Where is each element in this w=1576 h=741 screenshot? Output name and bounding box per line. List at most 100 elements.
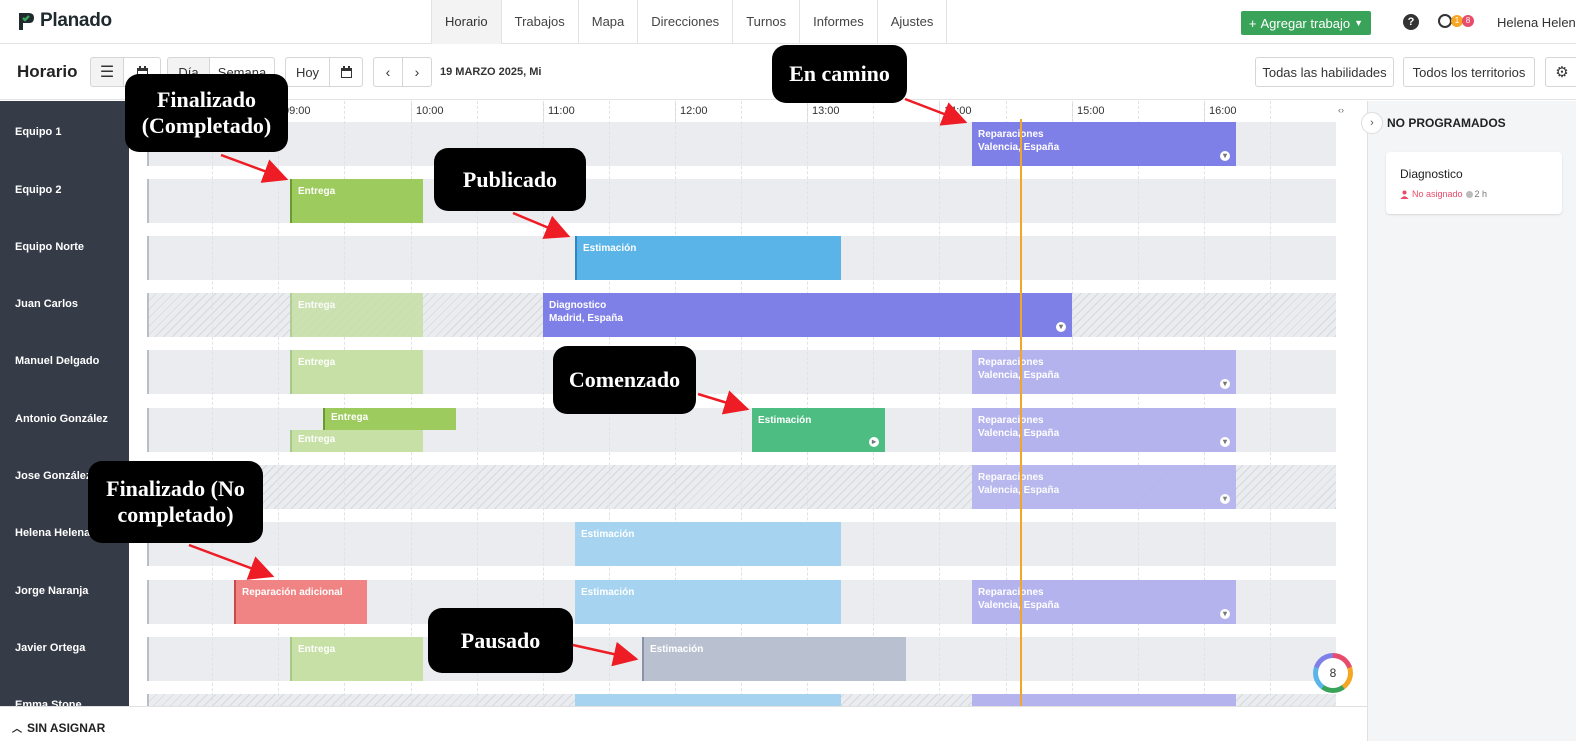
status-icon: ▾: [1056, 322, 1066, 332]
gear-icon: ⚙: [1555, 64, 1569, 81]
job-block[interactable]: Estimación: [642, 637, 906, 681]
notifications[interactable]: 1 8: [1438, 14, 1474, 28]
job-block[interactable]: Entrega: [290, 430, 423, 452]
territories-filter[interactable]: Todos los territorios: [1403, 57, 1535, 87]
row-name[interactable]: Equipo Norte: [15, 241, 84, 253]
chevron-right-icon[interactable]: ›: [1361, 112, 1383, 134]
job-block[interactable]: Reparaciones Valencia, España ▾: [972, 350, 1236, 394]
tab-mapa[interactable]: Mapa: [579, 0, 639, 44]
status-icon: ▾: [1220, 494, 1230, 504]
callout-finalizado-completado: Finalizado (Completado): [125, 74, 288, 152]
next-day-button[interactable]: ›: [402, 57, 432, 87]
app-name: Planado: [40, 10, 112, 31]
top-bar: Planado Horario Trabajos Mapa Direccione…: [0, 0, 1576, 44]
job-block[interactable]: Diagnostico Madrid, España ▾: [543, 293, 1072, 337]
job-block[interactable]: Estimación: [575, 580, 841, 624]
hour-label: 15:00: [1072, 101, 1105, 121]
row-name[interactable]: Helena Helena: [15, 527, 90, 539]
job-location: Valencia, España: [978, 142, 1060, 153]
job-block[interactable]: Reparaciones Valencia, España ▾: [972, 408, 1236, 452]
list-view-button[interactable]: ☰: [90, 57, 124, 87]
prev-day-button[interactable]: ‹: [373, 57, 403, 87]
current-time-line: [1020, 119, 1022, 706]
job-location: Valencia, España: [978, 428, 1060, 439]
unscheduled-job-card[interactable]: Diagnostico No asignado 2 h: [1386, 152, 1562, 214]
clock-icon: [1438, 14, 1452, 28]
tab-ajustes[interactable]: Ajustes: [878, 0, 948, 44]
job-location: Valencia, España: [978, 600, 1060, 611]
job-block[interactable]: Reparaciones Valencia, España ▾: [972, 122, 1236, 166]
job-title: Reparación adicional: [242, 587, 343, 598]
tab-direcciones[interactable]: Direcciones: [638, 0, 734, 44]
tab-trabajos[interactable]: Trabajos: [502, 0, 579, 44]
row-name[interactable]: Equipo 2: [15, 184, 61, 196]
job-title: Entrega: [298, 434, 336, 445]
job-block[interactable]: Reparación adicional: [234, 580, 367, 624]
page-title: Horario: [17, 62, 78, 81]
job-block[interactable]: [972, 694, 1236, 706]
hour-label: 14:00: [939, 101, 972, 121]
job-title: Reparaciones: [978, 587, 1044, 598]
plus-icon: +: [1248, 15, 1257, 31]
row-name[interactable]: Antonio González: [15, 413, 108, 425]
unassigned-toggle[interactable]: ︿ SIN ASIGNAR: [12, 720, 105, 736]
job-block[interactable]: Entrega: [290, 350, 423, 394]
unscheduled-title: NO PROGRAMADOS: [1387, 116, 1506, 130]
row-name[interactable]: Jose González: [15, 470, 91, 482]
app-logo[interactable]: Planado: [14, 10, 112, 32]
job-title: Reparaciones: [978, 472, 1044, 483]
row-name[interactable]: Manuel Delgado: [15, 355, 99, 367]
job-block[interactable]: [575, 694, 841, 706]
skills-filter[interactable]: Todas las habilidades: [1255, 57, 1394, 87]
job-block[interactable]: Estimación ▸: [752, 408, 885, 452]
row-name[interactable]: Javier Ortega: [15, 642, 85, 654]
assignee-label: No asignado: [1412, 189, 1463, 199]
card-meta: No asignado 2 h: [1400, 189, 1487, 199]
job-location: Valencia, España: [978, 485, 1060, 496]
hour-label: 13:00: [807, 101, 840, 121]
tab-turnos[interactable]: Turnos: [733, 0, 801, 44]
unscheduled-panel: › NO PROGRAMADOS Diagnostico No asignado…: [1361, 101, 1576, 741]
status-icon: ▾: [1220, 151, 1230, 161]
job-block[interactable]: Estimación: [575, 236, 841, 280]
collapse-arrows-icon[interactable]: ‹›: [1338, 105, 1344, 115]
job-title: Entrega: [331, 412, 369, 423]
job-block[interactable]: Estimación: [575, 522, 841, 566]
grid-line: [1270, 101, 1271, 706]
main-nav: Horario Trabajos Mapa Direcciones Turnos…: [431, 0, 948, 44]
clock-dot-icon: [1465, 190, 1473, 198]
today-button[interactable]: Hoy: [285, 57, 330, 87]
job-title: Estimación: [581, 587, 635, 598]
row-name[interactable]: Jorge Naranja: [15, 585, 88, 597]
job-title: Estimación: [581, 529, 635, 540]
job-block[interactable]: Reparaciones Valencia, España ▾: [972, 580, 1236, 624]
job-block[interactable]: Entrega: [290, 293, 423, 337]
status-icon: ▾: [1220, 379, 1230, 389]
tab-horario[interactable]: Horario: [432, 0, 502, 44]
job-block[interactable]: Entrega: [290, 637, 423, 681]
card-title: Diagnostico: [1400, 167, 1463, 181]
grid-line: [212, 101, 213, 706]
date-picker-button[interactable]: [329, 57, 363, 87]
callout-publicado: Publicado: [434, 148, 586, 211]
job-title: Entrega: [298, 186, 336, 197]
row-name[interactable]: Equipo 1: [15, 126, 61, 138]
callout-en-camino: En camino: [772, 45, 907, 103]
status-icon: ▾: [1220, 609, 1230, 619]
help-icon[interactable]: ?: [1403, 14, 1419, 30]
job-block[interactable]: Entrega: [290, 179, 423, 223]
chevron-up-icon: ︿: [12, 724, 22, 735]
settings-button[interactable]: ⚙: [1545, 57, 1576, 87]
unassigned-bar[interactable]: ︿ SIN ASIGNAR: [0, 706, 1367, 741]
job-block[interactable]: Reparaciones Valencia, España ▾: [972, 465, 1236, 509]
tab-informes[interactable]: Informes: [800, 0, 878, 44]
status-counter-widget[interactable]: 8: [1313, 653, 1353, 693]
duration: 2 h: [1465, 189, 1487, 199]
job-block[interactable]: Entrega: [323, 408, 456, 430]
hour-label: 10:00: [411, 101, 444, 121]
user-menu[interactable]: Helena Helen: [1497, 15, 1576, 30]
notif-badge-red: 8: [1462, 15, 1474, 27]
row-name[interactable]: Juan Carlos: [15, 298, 78, 310]
add-job-button[interactable]: + Agregar trabajo ▼: [1241, 11, 1371, 35]
current-date: 19 MARZO 2025, Mi: [440, 66, 542, 78]
